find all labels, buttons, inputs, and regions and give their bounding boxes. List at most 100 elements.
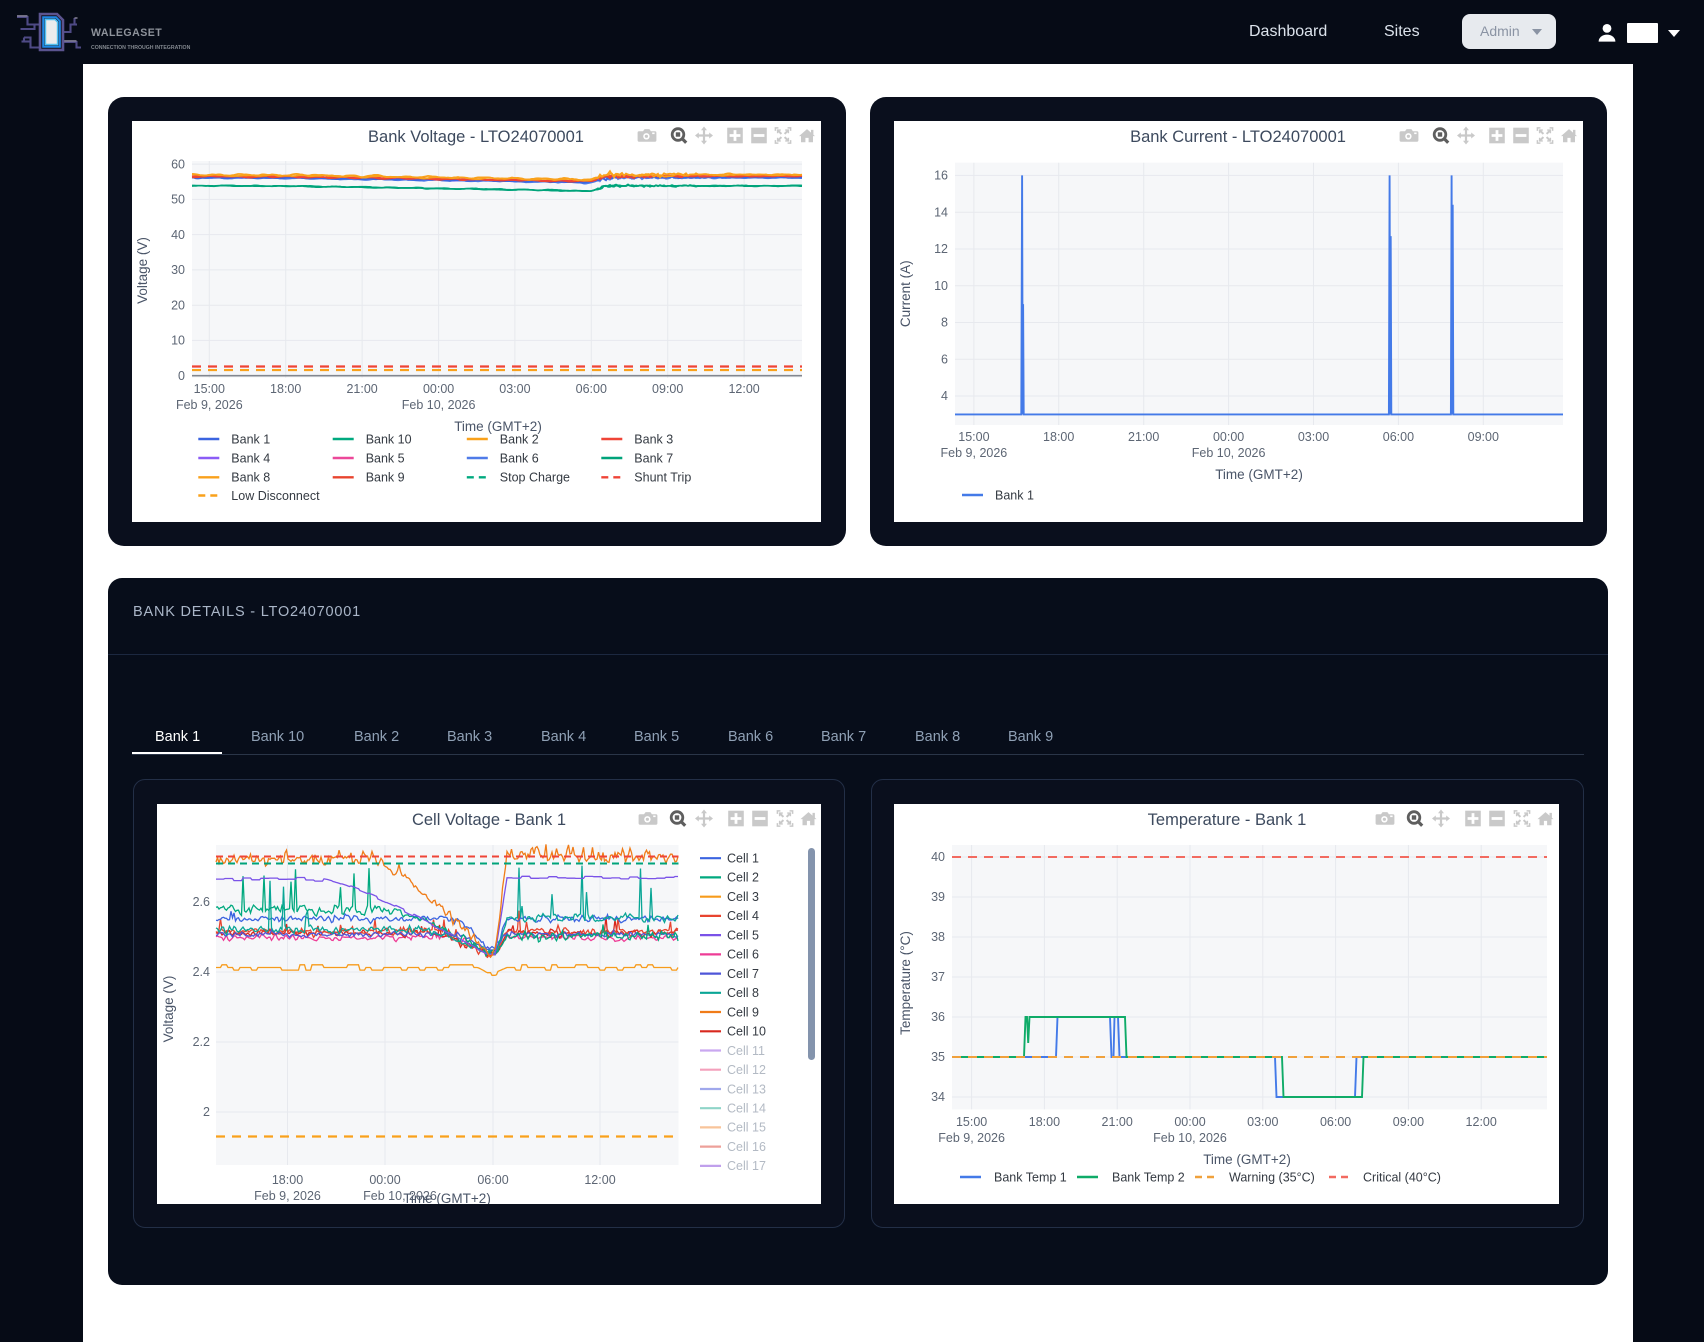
svg-text:18:00: 18:00	[1043, 430, 1074, 444]
svg-text:15:00: 15:00	[958, 430, 989, 444]
svg-text:38: 38	[931, 930, 945, 944]
svg-text:37: 37	[931, 970, 945, 984]
svg-text:Feb 9, 2026: Feb 9, 2026	[938, 1131, 1005, 1145]
svg-text:Cell 13: Cell 13	[727, 1082, 766, 1096]
svg-text:15:00: 15:00	[956, 1115, 987, 1129]
svg-text:Cell 9: Cell 9	[727, 1005, 759, 1019]
svg-text:Cell 3: Cell 3	[727, 890, 759, 904]
svg-text:Critical (40°C): Critical (40°C)	[1363, 1170, 1441, 1184]
svg-text:Temperature - Bank 1: Temperature - Bank 1	[1148, 811, 1307, 829]
svg-text:Feb 9, 2026: Feb 9, 2026	[176, 398, 243, 412]
svg-text:Cell 2: Cell 2	[727, 871, 759, 885]
svg-text:18:00: 18:00	[1029, 1115, 1060, 1129]
svg-text:2.6: 2.6	[193, 895, 210, 909]
svg-text:00:00: 00:00	[423, 382, 454, 396]
svg-text:Cell Voltage - Bank 1: Cell Voltage - Bank 1	[412, 811, 566, 829]
svg-text:21:00: 21:00	[346, 382, 377, 396]
svg-text:Cell 8: Cell 8	[727, 986, 759, 1000]
svg-text:40: 40	[931, 850, 945, 864]
svg-text:Shunt Trip: Shunt Trip	[634, 471, 691, 485]
svg-text:21:00: 21:00	[1128, 430, 1159, 444]
svg-text:Bank 7: Bank 7	[634, 451, 673, 465]
svg-text:40: 40	[171, 228, 185, 242]
svg-text:14: 14	[934, 205, 948, 219]
svg-text:Feb 10, 2026: Feb 10, 2026	[1192, 446, 1266, 460]
svg-text:36: 36	[931, 1010, 945, 1024]
svg-text:12:00: 12:00	[584, 1173, 615, 1187]
svg-text:12:00: 12:00	[728, 382, 759, 396]
svg-text:6: 6	[941, 352, 948, 366]
svg-text:00:00: 00:00	[1213, 430, 1244, 444]
svg-text:06:00: 06:00	[1320, 1115, 1351, 1129]
svg-text:Time (GMT+2): Time (GMT+2)	[403, 1191, 491, 1204]
svg-text:18:00: 18:00	[272, 1173, 303, 1187]
svg-text:Current (A): Current (A)	[898, 260, 913, 327]
svg-text:10: 10	[171, 334, 185, 348]
svg-text:Cell 10: Cell 10	[727, 1025, 766, 1039]
svg-text:Cell 14: Cell 14	[727, 1101, 766, 1115]
svg-text:00:00: 00:00	[1174, 1115, 1205, 1129]
svg-text:20: 20	[171, 298, 185, 312]
svg-text:10: 10	[934, 279, 948, 293]
svg-text:Bank Voltage - LTO24070001: Bank Voltage - LTO24070001	[368, 128, 584, 146]
svg-text:50: 50	[171, 193, 185, 207]
svg-text:03:00: 03:00	[1247, 1115, 1278, 1129]
svg-text:2.4: 2.4	[193, 965, 210, 979]
svg-text:09:00: 09:00	[1393, 1115, 1424, 1129]
svg-text:2.2: 2.2	[193, 1035, 210, 1049]
svg-text:Bank 1: Bank 1	[995, 488, 1034, 502]
svg-text:Bank 1: Bank 1	[231, 432, 270, 446]
svg-text:Low Disconnect: Low Disconnect	[231, 489, 320, 503]
svg-text:Feb 10, 2026: Feb 10, 2026	[1153, 1131, 1227, 1145]
svg-text:09:00: 09:00	[652, 382, 683, 396]
svg-text:0: 0	[178, 369, 185, 383]
svg-text:Feb 9, 2026: Feb 9, 2026	[941, 446, 1008, 460]
svg-text:Bank 9: Bank 9	[366, 471, 405, 485]
svg-text:Feb 9, 2026: Feb 9, 2026	[254, 1189, 321, 1203]
svg-text:Stop Charge: Stop Charge	[500, 471, 570, 485]
svg-text:Bank 6: Bank 6	[500, 451, 539, 465]
svg-text:Cell 1: Cell 1	[727, 852, 759, 866]
svg-text:Cell 17: Cell 17	[727, 1159, 766, 1173]
svg-text:Time (GMT+2): Time (GMT+2)	[1203, 1152, 1291, 1167]
svg-text:Cell 16: Cell 16	[727, 1140, 766, 1154]
svg-text:Cell 5: Cell 5	[727, 928, 759, 942]
svg-text:15:00: 15:00	[194, 382, 225, 396]
svg-text:35: 35	[931, 1050, 945, 1064]
svg-text:8: 8	[941, 316, 948, 330]
svg-text:CONNECTION THROUGH INTEGRATION: CONNECTION THROUGH INTEGRATION	[91, 45, 191, 51]
svg-text:Cell 6: Cell 6	[727, 948, 759, 962]
svg-text:21:00: 21:00	[1102, 1115, 1133, 1129]
svg-text:Bank 5: Bank 5	[366, 451, 405, 465]
svg-text:16: 16	[934, 169, 948, 183]
svg-text:WALEGASET: WALEGASET	[91, 27, 162, 39]
svg-text:Time (GMT+2): Time (GMT+2)	[1215, 467, 1303, 482]
svg-text:Bank 8: Bank 8	[231, 471, 270, 485]
svg-text:60: 60	[171, 157, 185, 171]
svg-text:Feb 10, 2026: Feb 10, 2026	[402, 398, 476, 412]
svg-text:Bank Temp 2: Bank Temp 2	[1112, 1170, 1185, 1184]
svg-text:30: 30	[171, 263, 185, 277]
svg-text:18:00: 18:00	[270, 382, 301, 396]
svg-text:Bank Temp 1: Bank Temp 1	[994, 1170, 1067, 1184]
svg-text:Voltage (V): Voltage (V)	[135, 237, 150, 304]
svg-text:Cell 7: Cell 7	[727, 967, 759, 981]
svg-text:03:00: 03:00	[499, 382, 530, 396]
svg-text:Cell 11: Cell 11	[727, 1044, 765, 1058]
svg-text:Bank 10: Bank 10	[366, 432, 412, 446]
svg-text:12: 12	[934, 242, 948, 256]
svg-text:Temperature (°C): Temperature (°C)	[898, 931, 913, 1035]
svg-text:09:00: 09:00	[1468, 430, 1499, 444]
svg-text:Warning (35°C): Warning (35°C)	[1229, 1170, 1315, 1184]
svg-text:Bank Current - LTO24070001: Bank Current - LTO24070001	[1130, 128, 1346, 146]
svg-text:Cell 15: Cell 15	[727, 1121, 766, 1135]
svg-text:Bank 4: Bank 4	[231, 451, 270, 465]
svg-text:03:00: 03:00	[1298, 430, 1329, 444]
svg-text:06:00: 06:00	[477, 1173, 508, 1187]
svg-text:Bank 2: Bank 2	[500, 432, 539, 446]
svg-text:00:00: 00:00	[369, 1173, 400, 1187]
svg-text:Cell 12: Cell 12	[727, 1063, 766, 1077]
svg-text:2: 2	[203, 1105, 210, 1119]
svg-text:06:00: 06:00	[576, 382, 607, 396]
svg-text:39: 39	[931, 890, 945, 904]
